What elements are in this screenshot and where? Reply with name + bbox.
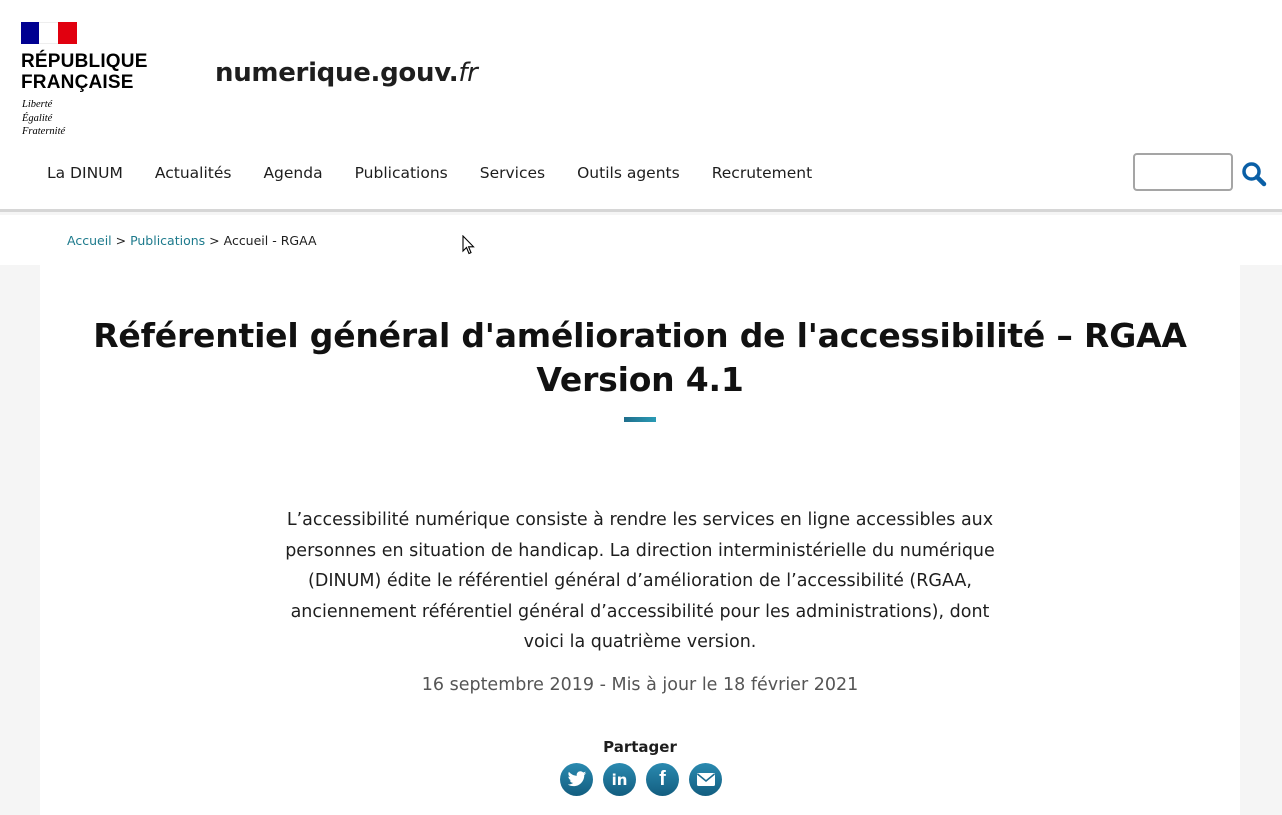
- page-title: Référentiel général d'amélioration de l'…: [93, 316, 1187, 399]
- search-icon: [1242, 162, 1267, 187]
- article-content: Référentiel général d'amélioration de l'…: [40, 265, 1240, 815]
- nav-item-outils-agents[interactable]: Outils agents: [561, 160, 696, 186]
- breadcrumb-publications-link[interactable]: Publications: [130, 233, 205, 248]
- mouse-cursor-icon: [462, 235, 475, 255]
- breadcrumb-current: Accueil - RGAA: [223, 233, 317, 248]
- search-input[interactable]: [1133, 153, 1233, 191]
- republique-francaise-logo[interactable]: RÉPUBLIQUE FRANÇAISE Liberté Égalité Fra…: [21, 22, 148, 139]
- breadcrumb-bar: Accueil > Publications > Accueil - RGAA: [0, 215, 1282, 265]
- nav-item-services[interactable]: Services: [464, 160, 561, 186]
- email-icon[interactable]: [689, 763, 722, 796]
- linkedin-icon[interactable]: in: [603, 763, 636, 796]
- breadcrumb-separator: >: [205, 233, 224, 248]
- breadcrumb: Accueil > Publications > Accueil - RGAA: [67, 233, 317, 248]
- search-button[interactable]: [1240, 160, 1268, 188]
- twitter-icon[interactable]: [560, 763, 593, 796]
- site-header: RÉPUBLIQUE FRANÇAISE Liberté Égalité Fra…: [0, 0, 1282, 212]
- site-name: numerique.gouv.: [215, 58, 459, 88]
- breadcrumb-home-link[interactable]: Accueil: [67, 233, 112, 248]
- publication-date: 16 septembre 2019 - Mis à jour le 18 fév…: [421, 675, 859, 695]
- site-title-link[interactable]: numerique.gouv.fr: [215, 58, 478, 88]
- nav-item-actualites[interactable]: Actualités: [139, 160, 248, 186]
- article-intro: L’accessibilité numérique consiste à ren…: [285, 510, 995, 652]
- nav-item-publications[interactable]: Publications: [339, 160, 464, 186]
- republic-motto: Liberté Égalité Fraternité: [22, 99, 66, 137]
- breadcrumb-separator: >: [111, 233, 131, 248]
- republique-francaise-name: RÉPUBLIQUE FRANÇAISE: [21, 51, 148, 93]
- main-navigation: La DINUM Actualités Agenda Publications …: [31, 160, 828, 186]
- share-label: Partager: [603, 738, 677, 756]
- nav-item-la-dinum[interactable]: La DINUM: [31, 160, 139, 186]
- site-tld: fr: [458, 58, 478, 88]
- nav-item-recrutement[interactable]: Recrutement: [696, 160, 828, 186]
- facebook-icon[interactable]: f: [646, 763, 679, 796]
- title-underline-decoration: [624, 417, 656, 422]
- nav-item-agenda[interactable]: Agenda: [247, 160, 338, 186]
- french-flag-icon: [21, 22, 77, 44]
- share-buttons: in f: [560, 763, 722, 796]
